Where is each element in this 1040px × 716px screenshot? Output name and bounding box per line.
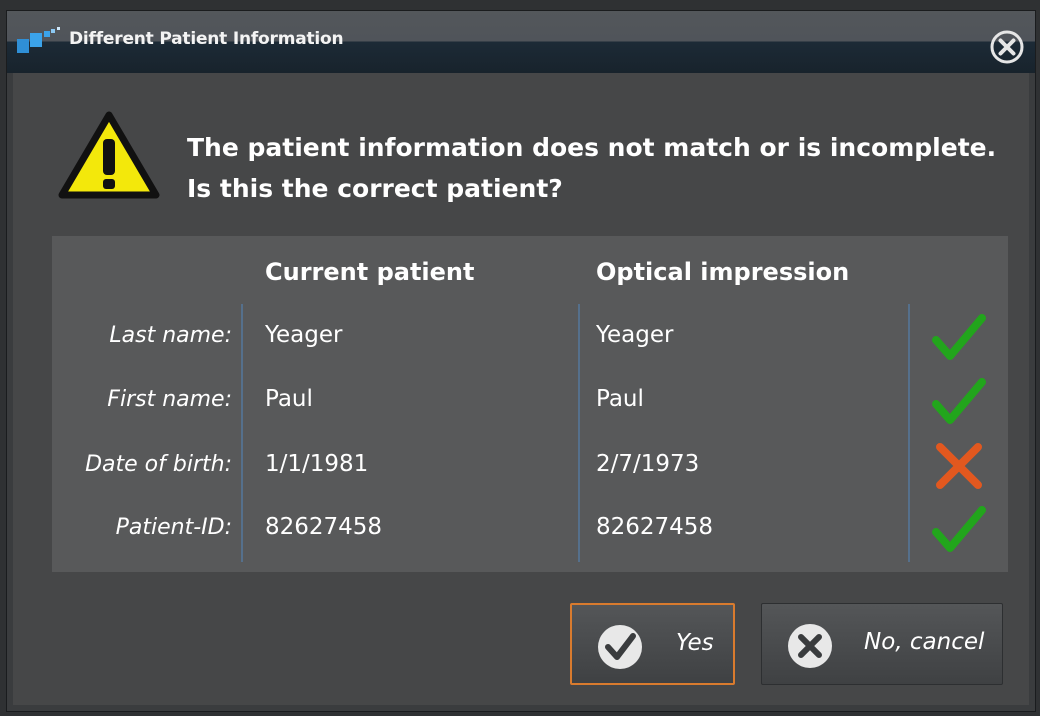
header-current-patient: Current patient [265, 258, 475, 286]
row-label-date-of-birth: Date of birth: [85, 452, 232, 477]
row-label-first-name: First name: [107, 387, 232, 412]
dialog-content: The patient information does not match o… [13, 73, 1029, 705]
warning-icon [57, 109, 161, 205]
current-patient-id: 82627458 [265, 514, 383, 540]
column-divider [578, 304, 580, 562]
row-label-patient-id: Patient-ID: [115, 515, 232, 540]
dialog-title: Different Patient Information [69, 29, 344, 49]
current-last-name: Yeager [265, 322, 343, 348]
warning-message: The patient information does not match o… [187, 127, 996, 209]
column-divider [241, 304, 243, 562]
optical-last-name: Yeager [596, 322, 674, 348]
row-label-last-name: Last name: [109, 323, 232, 348]
no-cancel-button[interactable]: No, cancel [761, 603, 1003, 685]
title-bar: Different Patient Information [7, 11, 1035, 73]
yes-button[interactable]: Yes [570, 603, 735, 685]
message-line-1: The patient information does not match o… [187, 133, 997, 162]
column-divider [908, 304, 910, 562]
x-circle-icon [786, 622, 834, 674]
close-circle-icon [990, 30, 1024, 64]
yes-button-label: Yes [676, 630, 714, 656]
no-cancel-button-label: No, cancel [864, 629, 985, 655]
comparison-table: Current patient Optical impression Last … [52, 236, 1008, 572]
current-first-name: Paul [265, 386, 313, 412]
checkmark-circle-icon [596, 623, 644, 675]
optical-patient-id: 82627458 [596, 514, 714, 540]
match-checkmark-icon [932, 506, 986, 556]
optical-first-name: Paul [596, 386, 644, 412]
match-checkmark-icon [932, 378, 986, 428]
app-logo-icon [17, 27, 65, 61]
close-button[interactable] [989, 29, 1025, 65]
current-date-of-birth: 1/1/1981 [265, 451, 369, 477]
different-patient-dialog: Different Patient Information The patien… [6, 10, 1036, 712]
optical-date-of-birth: 2/7/1973 [596, 451, 700, 477]
message-line-2: Is this the correct patient? [187, 174, 563, 203]
header-optical-impression: Optical impression [596, 258, 850, 286]
mismatch-x-icon [932, 441, 986, 491]
match-checkmark-icon [932, 314, 986, 364]
